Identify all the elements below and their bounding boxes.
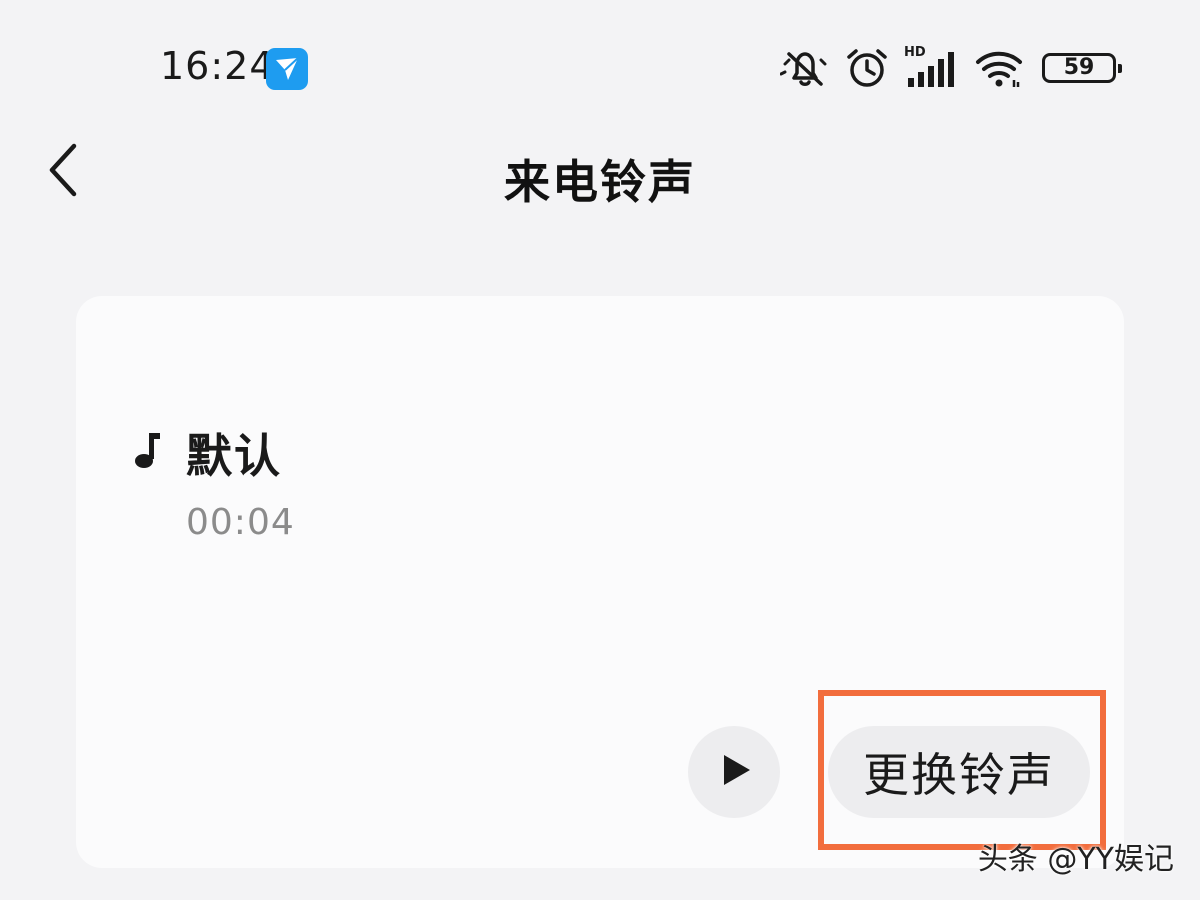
wifi-icon — [974, 46, 1024, 90]
battery-icon: 59 — [1042, 53, 1122, 83]
status-time: 16:24 — [160, 44, 275, 88]
mute-bell-icon — [780, 46, 830, 90]
ringtone-name: 默认 — [186, 429, 282, 483]
status-icons: HD 59 — [780, 44, 1122, 92]
play-button[interactable] — [688, 726, 780, 818]
ringtone-card: 默认 00:04 更换铃声 — [76, 296, 1124, 868]
page-title: 来电铃声 — [504, 155, 696, 209]
paper-plane-icon — [266, 48, 308, 90]
battery-level: 59 — [1063, 55, 1095, 80]
change-ringtone-button[interactable]: 更换铃声 — [828, 726, 1090, 818]
watermark: 头条 @YY娱记 — [977, 842, 1174, 877]
status-bar: 16:24 HD 59 — [0, 0, 1200, 140]
play-icon — [714, 750, 754, 794]
ringtone-duration: 00:04 — [186, 502, 295, 543]
music-note-icon — [132, 430, 162, 470]
hd-signal-icon: HD — [904, 46, 960, 90]
alarm-clock-icon — [844, 46, 890, 90]
